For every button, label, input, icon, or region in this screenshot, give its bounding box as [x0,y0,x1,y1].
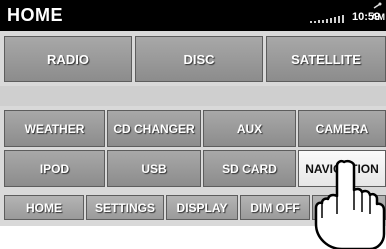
sd-card-button[interactable]: SD CARD [203,150,296,187]
pointing-hand-icon [314,159,386,249]
nav-display-button[interactable]: DISPLAY [166,195,238,220]
clock-ampm: AM [371,12,385,22]
cd-changer-button[interactable]: CD CHANGER [107,110,201,147]
aux-button[interactable]: AUX [203,110,296,147]
page-title: HOME [7,5,63,25]
nav-settings-button[interactable]: SETTINGS [86,195,164,220]
satellite-button[interactable]: SATELLITE [266,36,386,82]
disc-button[interactable]: DISC [135,36,263,82]
nav-home-button[interactable]: HOME [4,195,84,220]
usb-button[interactable]: USB [107,150,201,187]
camera-button[interactable]: CAMERA [298,110,386,147]
satellite-icon [373,2,382,9]
signal-strength-icon [310,15,350,23]
status-bar: HOME 10:59 AM [0,0,386,31]
button-row-divider [0,86,386,106]
weather-button[interactable]: WEATHER [4,110,105,147]
ipod-button[interactable]: IPOD [4,150,105,187]
radio-button[interactable]: RADIO [4,36,132,82]
